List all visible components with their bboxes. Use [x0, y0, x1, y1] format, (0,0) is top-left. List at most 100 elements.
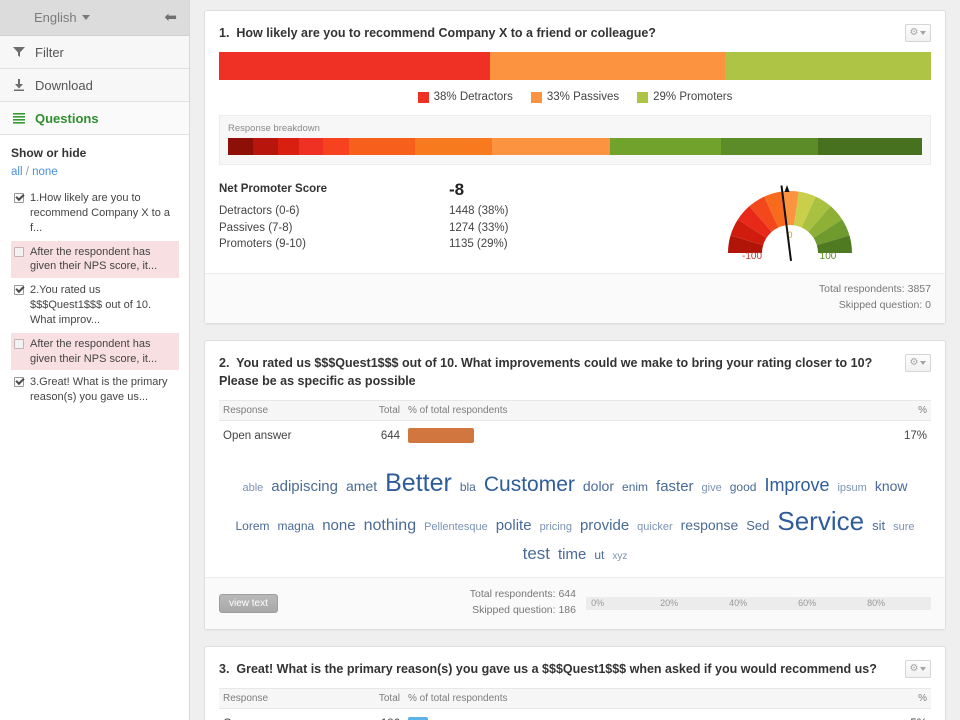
legend-label: 33% Passives: [546, 91, 620, 104]
question-2-stats: Total respondents: 644 Skipped question:…: [470, 587, 586, 619]
axis-tick: 0%: [591, 598, 605, 609]
question-2-text: You rated us $$$Quest1$$$ out of 10. Wha…: [219, 355, 873, 388]
word-cloud-term[interactable]: dolor: [583, 476, 614, 497]
breakdown-segment-0: [228, 138, 253, 156]
legend-item: 29% Promoters: [637, 91, 732, 103]
collapse-sidebar-button[interactable]: ⬅: [164, 10, 177, 25]
nps-summary: Net Promoter Score -8 Detractors (0-6) 1…: [205, 165, 945, 273]
word-cloud-term[interactable]: able: [242, 480, 263, 497]
nps-gauge: -100 0 100: [649, 181, 931, 267]
question-toggle-4[interactable]: After the respondent has given their NPS…: [11, 332, 179, 371]
chevron-down-icon: [81, 15, 90, 20]
word-cloud-term[interactable]: Better: [385, 465, 452, 503]
word-cloud-term[interactable]: magna: [278, 517, 315, 535]
legend-label: 29% Promoters: [653, 91, 733, 104]
download-icon: [13, 79, 35, 91]
sidebar-header: English ⬅: [0, 0, 189, 36]
link-separator: /: [25, 166, 29, 178]
breakdown-segment-4: [323, 138, 349, 156]
sidebar-item-questions[interactable]: Questions: [0, 102, 189, 135]
response-breakdown-label: Response breakdown: [228, 123, 320, 135]
checkbox-checked-icon[interactable]: [14, 285, 24, 296]
select-none-link[interactable]: none: [32, 166, 58, 178]
word-cloud-term[interactable]: response: [681, 515, 739, 536]
sidebar-item-download[interactable]: Download: [0, 69, 189, 102]
table-header-row: Response Total % of total respondents %: [219, 688, 931, 709]
word-cloud: able adipiscing amet Better bla Customer dolor…: [205, 451, 945, 578]
header-percent-bar: % of total respondents: [408, 404, 508, 416]
word-cloud-term[interactable]: Improve: [764, 472, 829, 499]
breakdown-segment-2: [277, 138, 300, 156]
chevron-down-icon: [920, 31, 927, 35]
question-card-2: 2. You rated us $$$Quest1$$$ out of 10. …: [204, 339, 946, 630]
word-cloud-term[interactable]: nothing: [364, 514, 417, 538]
word-cloud-term[interactable]: adipiscing: [271, 476, 338, 499]
question-toggle-1[interactable]: 1.How likely are you to recommend Compan…: [11, 187, 179, 240]
select-all-link[interactable]: all: [11, 166, 23, 178]
word-cloud-term[interactable]: Service: [777, 502, 864, 541]
nps-legend: 38% Detractors 33% Passives 29% Promoters: [205, 80, 945, 115]
word-cloud-term[interactable]: provide: [580, 515, 629, 538]
word-cloud-term[interactable]: amet: [346, 476, 377, 497]
total-respondents: Total respondents: 3857: [818, 283, 931, 296]
axis-tick: 20%: [660, 598, 679, 609]
table-row: Promoters (9-10) 1135 (29%): [219, 236, 649, 253]
sidebar: English ⬅ Filter Download Questions Show…: [0, 0, 190, 720]
axis-tick: 80%: [867, 598, 886, 609]
question-2-title: 2. You rated us $$$Quest1$$$ out of 10. …: [219, 354, 905, 390]
passives-value: 1274 (33%): [449, 221, 509, 234]
checkbox-unchecked-icon[interactable]: [14, 246, 24, 257]
checkbox-checked-icon[interactable]: [14, 193, 24, 203]
question-1-footer: Total respondents: 3857 Skipped question…: [205, 273, 945, 323]
axis-tick: 40%: [729, 598, 748, 609]
header-total: Total: [378, 693, 400, 704]
question-card-3: 3. Great! What is the primary reason(s) …: [204, 645, 946, 720]
question-2-options-button[interactable]: ⚙: [905, 353, 931, 372]
nps-distribution-bar: [219, 52, 931, 81]
question-toggle-3[interactable]: 2.You rated us $$$Quest1$$$ out of 10. W…: [11, 279, 179, 332]
question-2-number: 2.: [219, 355, 230, 370]
word-cloud-term[interactable]: enim: [622, 478, 648, 496]
word-cloud-term[interactable]: quicker: [637, 519, 672, 536]
word-cloud-term[interactable]: Pellentesque: [424, 519, 488, 536]
word-cloud-term[interactable]: good: [730, 478, 757, 496]
word-cloud-term[interactable]: Customer: [484, 469, 575, 501]
word-cloud-term[interactable]: polite: [496, 515, 532, 538]
word-cloud-term[interactable]: xyz: [612, 549, 627, 564]
word-cloud-term[interactable]: none: [322, 515, 355, 538]
survey-analytics-app: English ⬅ Filter Download Questions Show…: [0, 0, 960, 720]
legend-swatch: [530, 91, 542, 103]
checkbox-unchecked-icon[interactable]: [14, 338, 24, 349]
word-cloud-term[interactable]: ipsum: [837, 480, 866, 497]
word-cloud-term[interactable]: know: [875, 476, 908, 497]
word-cloud-term[interactable]: ut: [594, 546, 604, 564]
checkbox-checked-icon[interactable]: [14, 377, 24, 388]
word-cloud-term[interactable]: give: [702, 480, 722, 497]
filter-icon: [13, 46, 35, 58]
sidebar-item-filter[interactable]: Filter: [0, 36, 189, 69]
breakdown-segment-1: [252, 138, 278, 156]
show-hide-title: Show or hide: [11, 146, 87, 160]
word-cloud-term[interactable]: Lorem: [236, 517, 270, 535]
gauge-chart: -100 0 100: [728, 185, 852, 262]
question-2-header: 2. You rated us $$$Quest1$$$ out of 10. …: [205, 341, 945, 400]
word-cloud-term[interactable]: time: [558, 544, 586, 567]
word-cloud-term[interactable]: pricing: [540, 519, 572, 536]
word-cloud-term[interactable]: sit: [872, 516, 885, 536]
legend-swatch: [637, 91, 649, 103]
question-toggle-label: 3.Great! What is the primary reason(s) y…: [30, 376, 168, 404]
question-1-options-button[interactable]: ⚙: [905, 24, 931, 42]
word-cloud-term[interactable]: sure: [893, 519, 914, 536]
word-cloud-term[interactable]: test: [523, 541, 550, 567]
question-toggle-5[interactable]: 3.Great! What is the primary reason(s) y…: [11, 371, 179, 409]
nps-score-row: Net Promoter Score -8: [219, 181, 649, 198]
word-cloud-term[interactable]: Sed: [746, 516, 769, 536]
word-cloud-term[interactable]: bla: [460, 478, 476, 496]
language-selector[interactable]: English: [34, 10, 90, 25]
table-row: Detractors (0-6) 1448 (38%): [219, 203, 649, 220]
question-toggle-2[interactable]: After the respondent has given their NPS…: [11, 240, 179, 279]
word-cloud-term[interactable]: faster: [656, 476, 694, 499]
question-3-title: 3. Great! What is the primary reason(s) …: [219, 660, 905, 678]
view-text-button[interactable]: view text: [219, 593, 278, 613]
question-3-options-button[interactable]: ⚙: [905, 659, 931, 678]
